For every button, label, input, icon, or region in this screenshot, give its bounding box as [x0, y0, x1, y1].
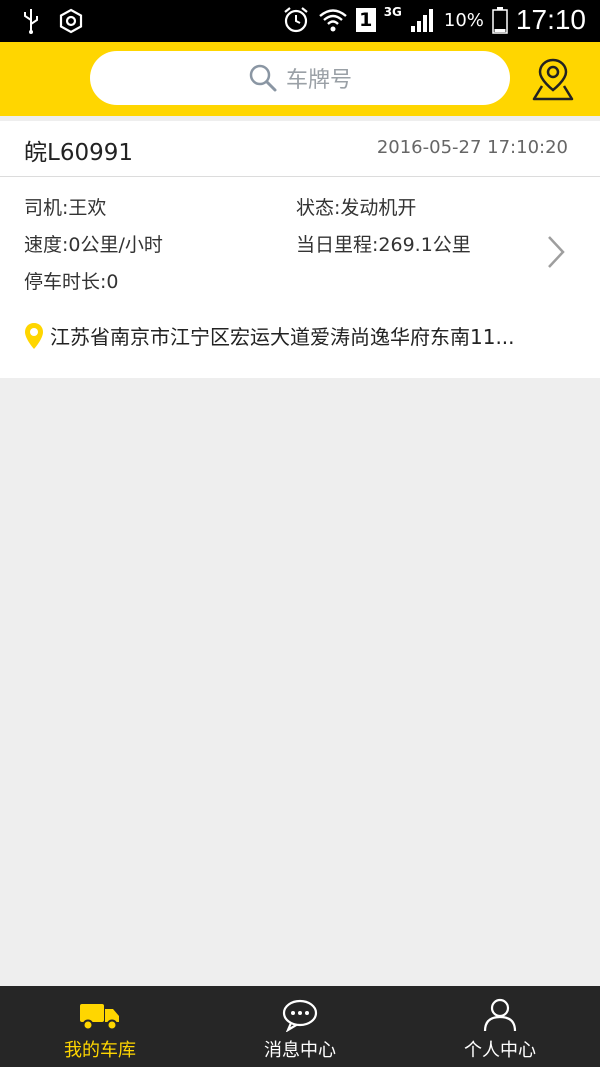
bottom-tab-bar: 我的车库 消息中心 个人中心: [0, 986, 600, 1067]
driver-label: 司机:王欢: [24, 197, 107, 219]
chevron-right-icon[interactable]: [546, 235, 566, 269]
battery-icon: [492, 7, 508, 34]
wifi-icon: [318, 9, 347, 32]
alarm-icon: [284, 7, 308, 33]
parking-duration-label: 停车时长:0: [24, 271, 119, 293]
tab-label: 个人中心: [464, 1040, 536, 1061]
chat-icon: [282, 999, 318, 1032]
header-bar: 车牌号: [0, 42, 600, 116]
address-text: 江苏省南京市江宁区宏运大道爱涛尚逸华府东南11...: [50, 325, 515, 349]
address-row: 江苏省南京市江宁区宏运大道爱涛尚逸华府东南11...: [24, 321, 515, 350]
search-icon: [249, 64, 277, 92]
plate-number: 皖L60991: [24, 140, 133, 166]
tab-my-garage[interactable]: 我的车库: [0, 986, 200, 1067]
sim-badge: 1: [355, 8, 376, 32]
usb-icon: [24, 9, 38, 34]
mileage-label: 当日里程:269.1公里: [296, 234, 471, 256]
settings-hex-icon: [59, 8, 83, 34]
signal-icon: [410, 9, 433, 32]
tab-personal-center[interactable]: 个人中心: [400, 986, 600, 1067]
status-label: 状态:发动机开: [296, 197, 417, 219]
person-icon: [483, 998, 517, 1032]
tab-label: 消息中心: [264, 1040, 336, 1061]
status-bar: 1 3G 10% 17:10: [0, 0, 600, 42]
vehicle-card-header: 皖L60991 2016-05-27 17:10:20: [0, 121, 600, 177]
tab-message-center[interactable]: 消息中心: [200, 986, 400, 1067]
clock: 17:10: [515, 4, 586, 35]
map-location-icon[interactable]: [530, 56, 576, 102]
location-pin-icon: [25, 322, 43, 349]
battery-percent: 10%: [443, 9, 484, 31]
vehicle-card[interactable]: 皖L60991 2016-05-27 17:10:20 司机:王欢 状态:发动机…: [0, 121, 600, 378]
tab-label: 我的车库: [64, 1040, 136, 1061]
search-placeholder: 车牌号: [285, 68, 352, 93]
speed-label: 速度:0公里/小时: [24, 234, 163, 256]
network-type: 3G: [383, 5, 402, 19]
update-time: 2016-05-27 17:10:20: [376, 137, 568, 158]
truck-icon: [80, 1004, 119, 1031]
search-input[interactable]: 车牌号: [90, 51, 510, 105]
